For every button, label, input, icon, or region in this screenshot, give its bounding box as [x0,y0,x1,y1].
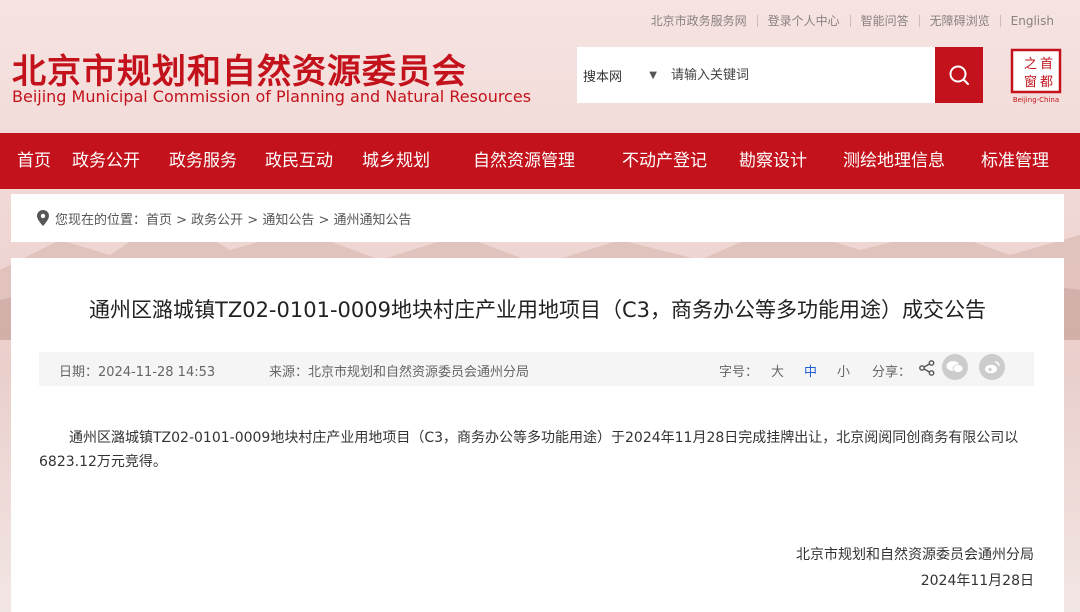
login-link[interactable]: 登录个人中心 [758,12,850,29]
capital-window-logo[interactable]: 之 首 窗 都 Beijing-China [1010,48,1062,104]
search-bar: 搜本网 ▼ [577,47,983,103]
search-scope-label: 搜本网 [583,69,623,85]
svg-text:之: 之 [1024,57,1037,72]
svg-text:Beijing-China: Beijing-China [1013,96,1059,104]
signature-date: 2024年11月28日 [920,573,1034,589]
article-source: 来源：北京市规划和自然资源委员会通州分局 [269,365,530,380]
smart-qa-link[interactable]: 智能问答 [851,12,919,29]
article-date: 日期：2024-11-28 14:53 [59,365,216,380]
article-body: 通州区潞城镇TZ02-0101-0009地块村庄产业用地项目（C3，商务办公等多… [39,430,1019,470]
signature-org: 北京市规划和自然资源委员会通州分局 [796,547,1034,563]
top-links: 北京市政务服务网 登录个人中心 智能问答 无障碍浏览 English [641,12,1064,29]
nav-geo-info[interactable]: 测绘地理信息 [843,133,945,189]
search-button[interactable] [935,47,983,103]
accessibility-link[interactable]: 无障碍浏览 [920,12,1000,29]
svg-text:窗: 窗 [1024,74,1037,90]
font-size-medium[interactable]: 中 [804,361,817,380]
main-nav: 首页 政务公开 政务服务 政民互动 城乡规划 自然资源管理 不动产登记 勘察设计… [0,133,1080,189]
svg-text:都: 都 [1040,75,1053,90]
font-size-label: 字号： [719,365,759,380]
article-panel: 通州区潞城镇TZ02-0101-0009地块村庄产业用地项目（C3，商务办公等多… [11,258,1064,612]
search-icon [949,65,969,85]
gov-service-link[interactable]: 北京市政务服务网 [641,12,757,29]
share-icon[interactable] [919,360,935,376]
nav-interaction[interactable]: 政民互动 [265,133,333,189]
nav-gov-affairs[interactable]: 政务公开 [72,133,140,189]
wechat-share-button[interactable] [942,354,968,380]
article-title: 通州区潞城镇TZ02-0101-0009地块村庄产业用地项目（C3，商务办公等多… [89,298,986,322]
article-signature: 北京市规划和自然资源委员会通州分局 2024年11月28日 [796,542,1034,594]
article-meta-bar: 日期：2024-11-28 14:53 来源：北京市规划和自然资源委员会通州分局… [39,352,1034,386]
site-logo-title[interactable]: 北京市规划和自然资源委员会 [12,44,467,93]
site-logo-subtitle: Beijing Municipal Commission of Planning… [12,87,532,106]
search-input[interactable] [663,54,935,96]
font-size-large[interactable]: 大 [771,361,784,380]
seal-icon: 之 首 窗 都 Beijing-China [1010,48,1062,104]
nav-natural-resources[interactable]: 自然资源管理 [473,133,575,189]
nav-real-estate[interactable]: 不动产登记 [622,133,707,189]
site-header: 北京市政务服务网 登录个人中心 智能问答 无障碍浏览 English 北京市规划… [0,0,1080,133]
weibo-icon [985,361,1000,374]
nav-gov-service[interactable]: 政务服务 [169,133,237,189]
nav-urban-planning[interactable]: 城乡规划 [362,133,430,189]
font-size-small[interactable]: 小 [837,361,850,380]
caret-down-icon: ▼ [649,69,657,81]
weibo-share-button[interactable] [979,354,1005,380]
svg-text:首: 首 [1040,57,1053,72]
nav-standards[interactable]: 标准管理 [981,133,1049,189]
breadcrumb: 您现在的位置： 首页 > 政务公开 > 通知公告 > 通州通知公告 [11,194,1064,242]
wechat-icon [946,361,964,373]
nav-survey-design[interactable]: 勘察设计 [739,133,807,189]
search-scope-select[interactable]: 搜本网 ▼ [577,66,663,85]
location-pin-icon [37,210,49,226]
breadcrumb-prefix: 您现在的位置： [55,212,147,228]
breadcrumb-path[interactable]: 首页 > 政务公开 > 通知公告 > 通州通知公告 [146,209,411,228]
share-label: 分享： [872,365,912,380]
english-link[interactable]: English [1001,14,1064,28]
nav-home[interactable]: 首页 [17,133,51,189]
